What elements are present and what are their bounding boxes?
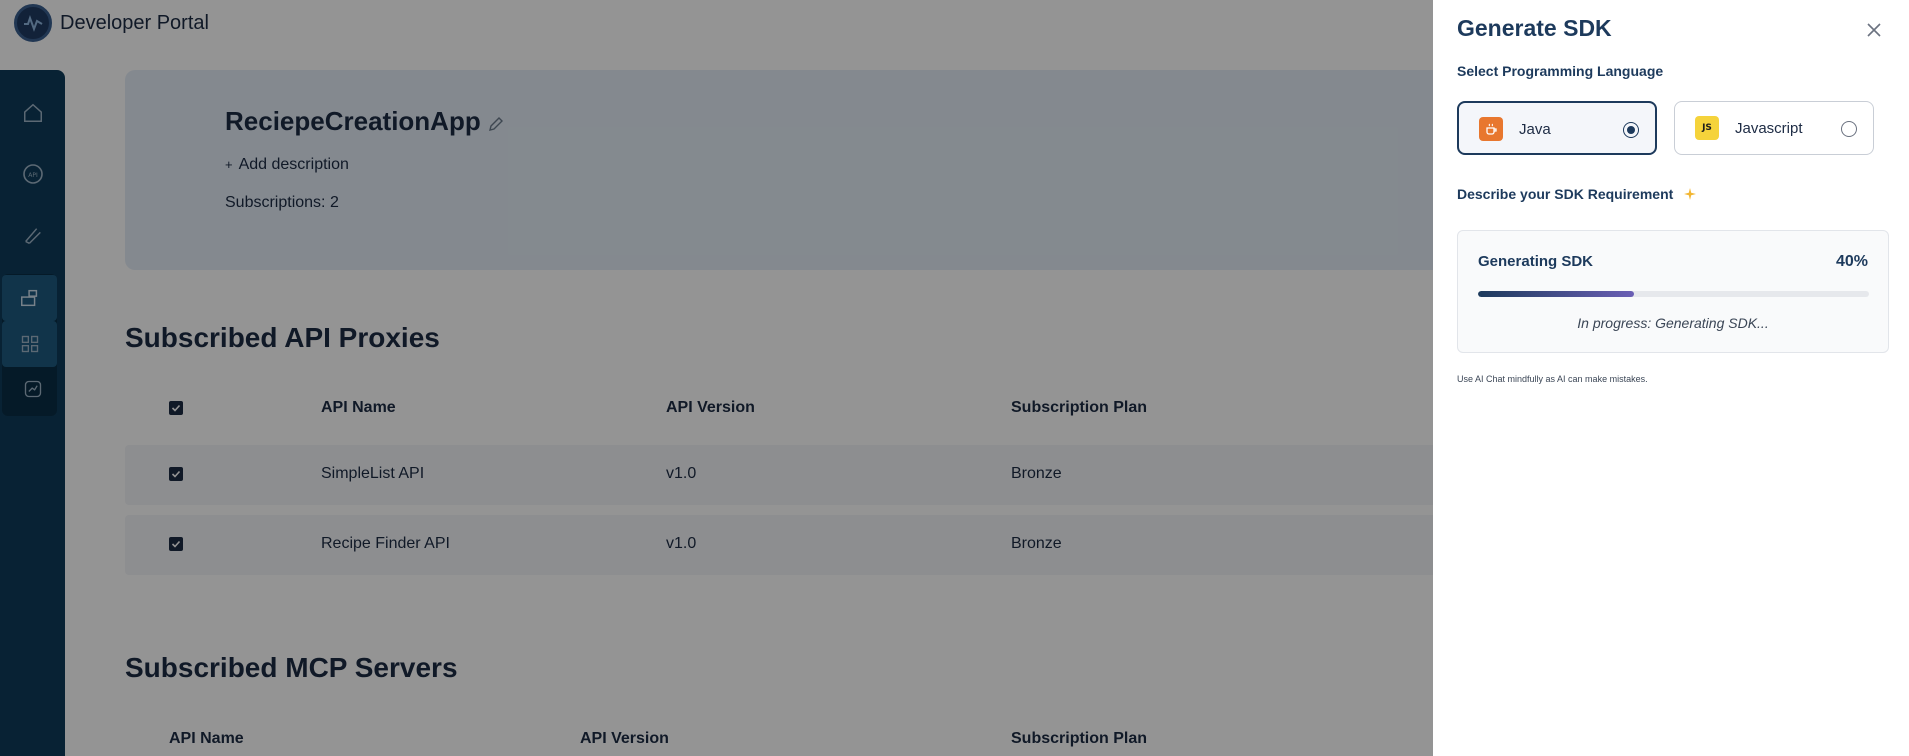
- language-option-java[interactable]: Java: [1457, 101, 1657, 155]
- close-icon: [1867, 23, 1881, 37]
- sdk-generation-progress: Generating SDK 40% In progress: Generati…: [1457, 230, 1889, 353]
- drawer-title: Generate SDK: [1457, 15, 1612, 41]
- progress-bar: [1478, 291, 1869, 297]
- language-name: Javascript: [1735, 120, 1803, 137]
- js-icon: JS: [1695, 116, 1719, 140]
- requirement-label: Describe your SDK Requirement: [1457, 186, 1697, 202]
- language-label: Select Programming Language: [1457, 63, 1664, 79]
- modal-backdrop[interactable]: [0, 0, 1433, 756]
- progress-message: In progress: Generating SDK...: [1577, 315, 1769, 331]
- sparkle-icon: [1684, 188, 1697, 200]
- java-icon: [1479, 117, 1503, 141]
- language-name: Java: [1519, 121, 1551, 138]
- ai-disclaimer: Use AI Chat mindfully as AI can make mis…: [1457, 374, 1648, 384]
- close-button[interactable]: [1865, 21, 1885, 41]
- language-option-javascript[interactable]: JS Javascript: [1674, 101, 1874, 155]
- progress-bar-fill: [1478, 291, 1635, 297]
- language-radio[interactable]: [1623, 122, 1639, 138]
- progress-percent: 40%: [1835, 253, 1868, 270]
- progress-label: Generating SDK: [1478, 253, 1594, 270]
- generate-sdk-drawer: Generate SDK Select Programming Language…: [1433, 0, 1909, 756]
- language-radio[interactable]: [1841, 121, 1857, 137]
